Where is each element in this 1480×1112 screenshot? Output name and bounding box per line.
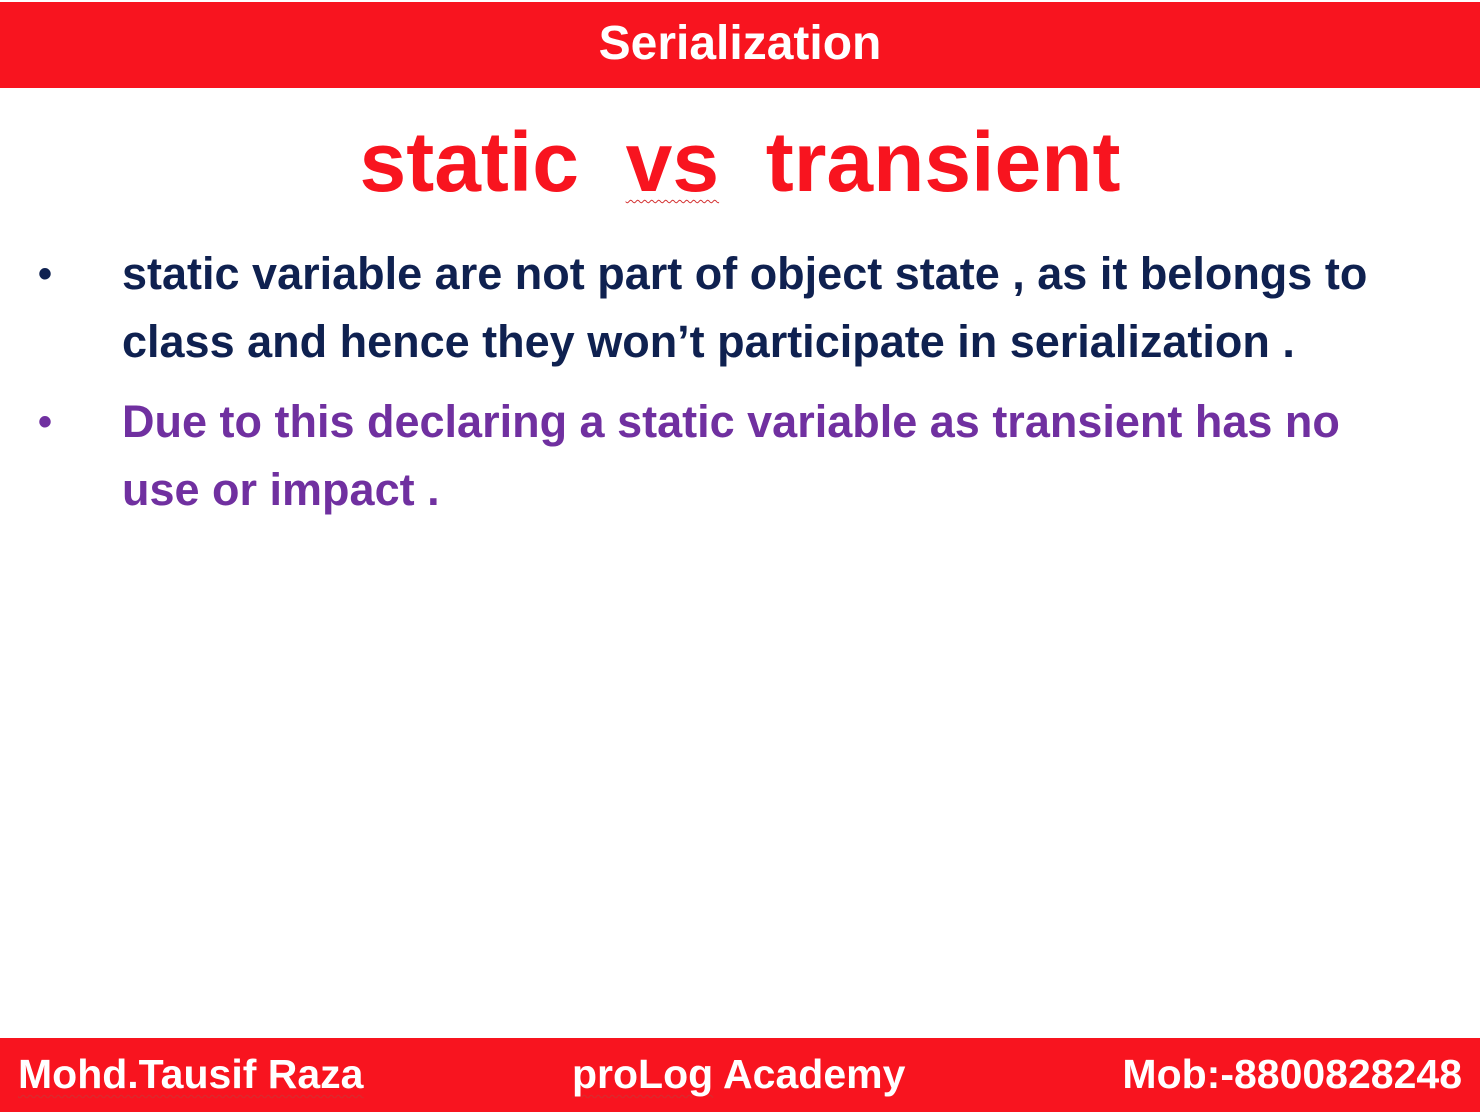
bullet-text-2: Due to this declaring a static variable …: [122, 396, 1340, 515]
bullet-dot-icon: •: [38, 252, 53, 296]
bullet-item-2: • Due to this declaring a static variabl…: [0, 388, 1480, 524]
bullet-dot-icon: •: [38, 400, 53, 444]
footer-academy: proLog Academy: [572, 1048, 905, 1100]
bullet-list: • static variable are not part of object…: [0, 240, 1480, 536]
bullet-item-1: • static variable are not part of object…: [0, 240, 1480, 376]
slide: Serialization static vs transient • stat…: [0, 0, 1480, 1112]
title-vs: vs: [625, 115, 720, 209]
footer-academy-name: proLog: [572, 1051, 714, 1097]
bullet-text-1: static variable are not part of object s…: [122, 248, 1368, 367]
footer-bar: Mohd.Tausif Raza proLog Academy Mob:-880…: [0, 1038, 1480, 1112]
footer-mobile: Mob:-8800828248: [1122, 1051, 1462, 1097]
footer-author: Mohd.Tausif Raza: [18, 1051, 364, 1097]
title-transient: transient: [719, 115, 1121, 209]
header-title: Serialization: [598, 16, 882, 70]
header-bar: Serialization: [0, 2, 1480, 88]
title-static: static: [359, 115, 626, 209]
slide-title: static vs transient: [0, 112, 1480, 212]
footer-academy-suffix: Academy: [713, 1051, 906, 1097]
